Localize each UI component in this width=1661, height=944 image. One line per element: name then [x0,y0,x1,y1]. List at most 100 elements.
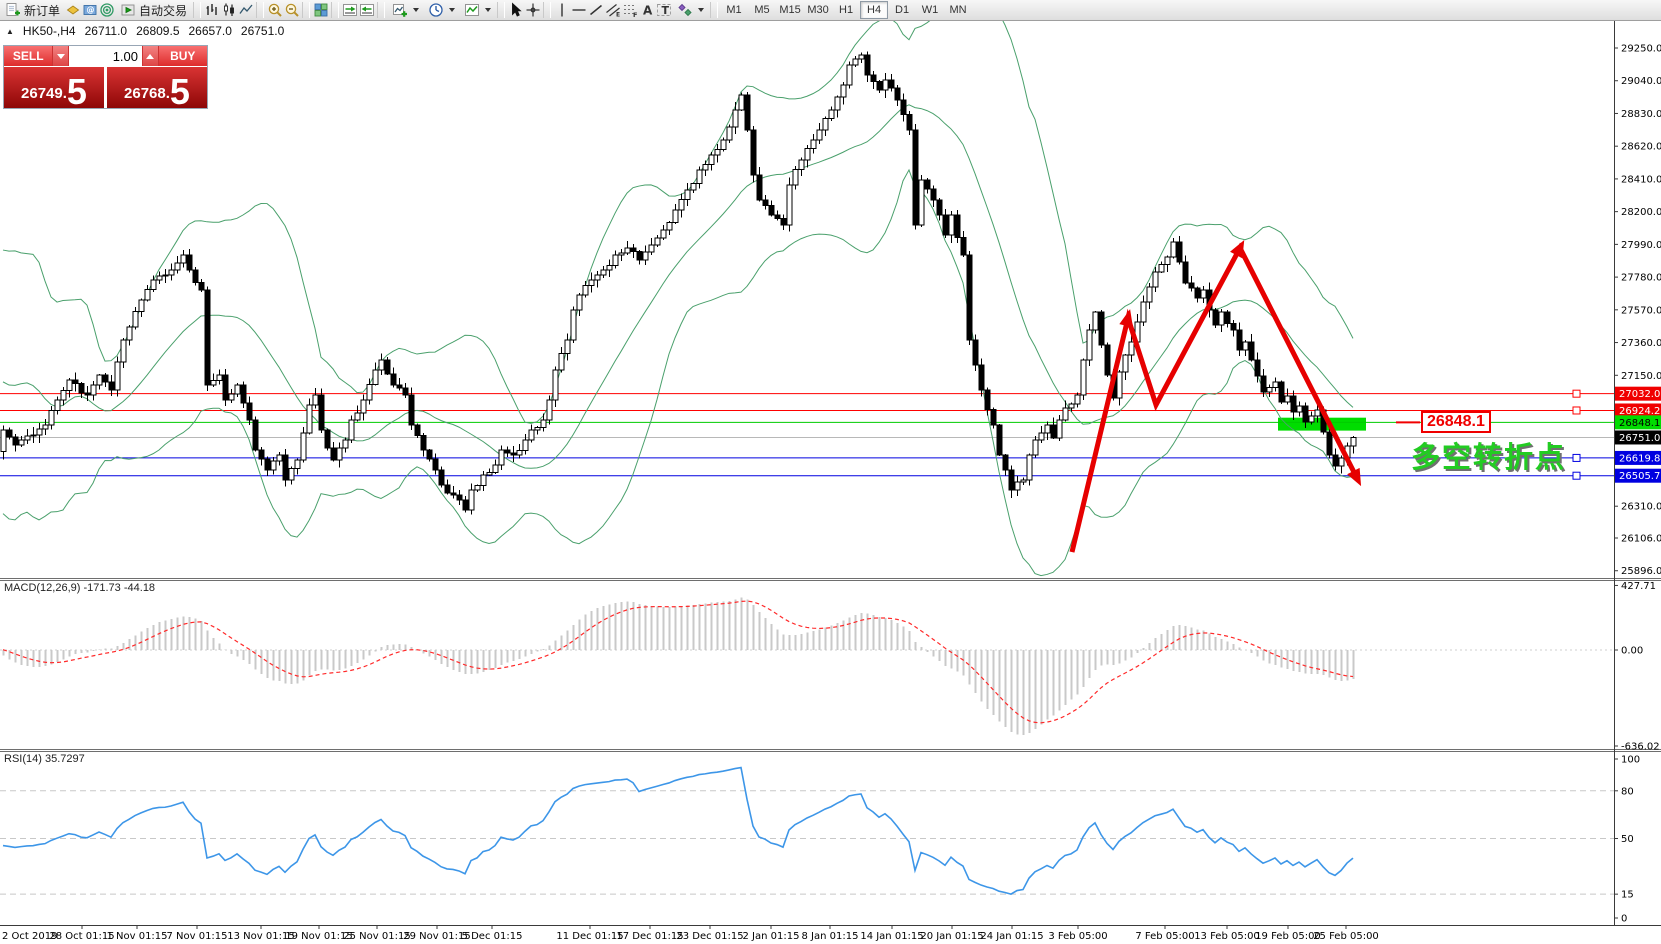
level-price-tag-text: 26505.7 [1619,471,1660,482]
macd-name: MACD(12,26,9) [4,582,80,594]
toolbar-separator [331,2,339,18]
ohlc-close: 26751.0 [241,24,284,38]
tile-windows-button[interactable] [312,2,329,19]
toolbar-separator [256,2,264,18]
time-axis-label: 24 Jan 01:15 [980,931,1043,942]
rsi-tick-label: 15 [1621,890,1634,901]
clock-icon [427,2,444,19]
cursor-button[interactable] [507,2,524,19]
time-axis-label: 25 Nov 01:15 [343,931,410,942]
template-button[interactable] [459,1,495,19]
timeframe-m30-button[interactable]: M30 [804,1,832,19]
channel-button[interactable]: E [604,2,621,19]
price-tick-label: 28410.0 [1621,174,1661,185]
buy-price[interactable]: 26768.5 [107,67,207,108]
zoom-out-button[interactable] [283,2,300,19]
fibonacci-button[interactable]: F [621,2,638,19]
broadcast-icon-button[interactable] [98,2,115,19]
new-order-label: 新订单 [24,2,60,19]
price-tick-label: 28200.0 [1621,207,1661,218]
bar-chart-button[interactable] [203,2,220,19]
price-tick-label: 26310.0 [1621,502,1661,513]
level-line-handle[interactable] [1573,472,1580,479]
level-line-handle[interactable] [1573,407,1580,414]
vertical-line-button[interactable] [553,2,570,19]
trendline-button[interactable] [587,2,604,19]
timeframe-m15-button[interactable]: M15 [776,1,804,19]
price-tick-label: 27150.0 [1621,371,1661,382]
macd-signal-line [3,601,1353,723]
time-axis-label: 25 Feb 05:00 [1313,931,1379,942]
ohlc-open: 26711.0 [85,24,128,38]
rsi-name: RSI(14) [4,753,42,765]
horizontal-line-button[interactable] [570,2,587,19]
one-click-trading-panel: SELL BUY 26749.5 26768.5 [3,45,208,109]
timeframe-w1-button[interactable]: W1 [916,1,944,19]
toolbar-separator [377,2,385,18]
time-axis-label: 11 Dec 01:15 [556,931,623,942]
timeframe-m5-button[interactable]: M5 [748,1,776,19]
template-icon [463,2,480,19]
candlestick-chart-button[interactable] [220,2,237,19]
new-chart-button[interactable] [387,1,423,19]
rsi-tick-label: 0 [1621,914,1627,925]
autotrading-button[interactable]: 自动交易 [115,1,191,19]
buy-button[interactable]: BUY [159,46,207,66]
cube-icon-button[interactable] [64,2,81,19]
timeframe-mn-button[interactable]: MN [944,1,972,19]
rsi-panel[interactable] [0,768,1614,895]
sell-price[interactable]: 26749.5 [4,67,104,108]
chevron-down-icon [413,8,419,12]
toolbar-separator [302,2,310,18]
chevron-down-icon [485,8,491,12]
zigzag-arrowhead [1119,309,1133,327]
sell-button[interactable]: SELL [4,46,52,66]
turning-point-annotation[interactable]: 多空转折点 [1411,443,1566,473]
price-tick-label: 28830.0 [1621,109,1661,120]
shapes-button[interactable] [672,1,708,19]
zigzag-arrow-annotation[interactable] [1072,248,1357,552]
zoom-in-button[interactable] [266,2,283,19]
ohlc-high: 26809.5 [136,24,179,38]
line-chart-button[interactable] [237,2,254,19]
level-line-handle[interactable] [1573,454,1580,461]
macd-panel[interactable] [0,598,1614,735]
chart-shift-button[interactable] [341,2,358,19]
text-button[interactable]: A [638,2,655,19]
level-line-handle[interactable] [1573,390,1580,397]
toolbar-separator [193,2,201,18]
volume-increase-button[interactable] [142,46,159,66]
macd-histogram [4,598,1354,735]
time-axis-label: 1 Nov 01:15 [106,931,167,942]
label-button[interactable]: T [655,2,672,19]
new-order-button[interactable]: 新订单 [0,1,64,19]
toolbar: 新订单 @ 自动交易 [0,0,1661,21]
price-level-annotation[interactable]: 26848.1 [1421,411,1491,433]
price-tick-label: 27360.0 [1621,338,1661,349]
timeframe-d1-button[interactable]: D1 [888,1,916,19]
timeframe-h4-button[interactable]: H4 [860,1,888,19]
time-axis-label: 28 Oct 01:15 [49,931,114,942]
period-selector-button[interactable] [423,1,459,19]
mail-icon-button[interactable]: @ [81,2,98,19]
auto-scroll-button[interactable] [358,2,375,19]
toolbar-separator [543,2,551,18]
rsi-value: 35.7297 [45,753,85,765]
time-axis-label: 19 Feb 05:00 [1255,931,1321,942]
bollinger-middle-band [3,105,1353,468]
svg-text:T: T [661,4,669,17]
time-axis-label: 2 Jan 01:15 [743,931,800,942]
toolbar-separator [497,2,505,18]
timeframe-m1-button[interactable]: M1 [720,1,748,19]
crosshair-button[interactable] [524,2,541,19]
macd-main-value: -171.73 [83,582,120,594]
timeframe-h1-button[interactable]: H1 [832,1,860,19]
price-tick-label: 27780.0 [1621,273,1661,284]
time-axis-label: 5 Dec 01:15 [462,931,523,942]
volume-decrease-button[interactable] [52,46,69,66]
level-price-tag-text: 26751.0 [1619,433,1660,444]
main-chart-panel[interactable] [0,0,1614,576]
time-axis-label: 14 Jan 01:15 [860,931,923,942]
volume-input[interactable] [69,46,142,66]
chevron-down-icon [449,8,455,12]
